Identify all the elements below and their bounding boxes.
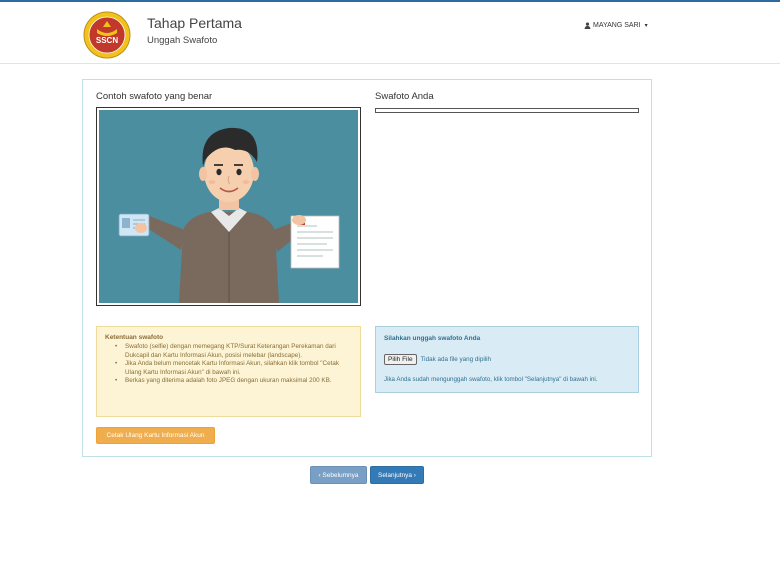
choose-file-button[interactable]: Pilih File [384, 354, 417, 365]
rules-heading: Ketentuan swafoto [105, 334, 164, 341]
user-menu[interactable]: MAYANG SARI ▾ [584, 22, 648, 29]
file-status: Tidak ada file yang dipilih [420, 356, 492, 363]
file-input: Pilih File Tidak ada file yang dipilih [384, 354, 491, 365]
rule-item: Berkas yang diterima adalah foto JPEG de… [105, 377, 352, 386]
sscn-logo: SSCN [83, 11, 131, 59]
page-title: Tahap Pertama [147, 15, 242, 31]
rules-list: Swafoto (selfie) dengan memegang KTP/Sur… [105, 343, 352, 386]
sample-selfie-image [96, 107, 361, 306]
swafoto-card: Contoh swafoto yang benar Swafoto Anda K… [82, 79, 652, 457]
rule-item: Jika Anda belum mencetak Kartu Informasi… [105, 360, 352, 377]
user-icon [584, 22, 591, 29]
selfie-preview [375, 108, 639, 113]
next-button[interactable]: Selanjutnya › [370, 466, 424, 484]
page-subtitle: Unggah Swafoto [147, 35, 218, 46]
user-name: MAYANG SARI [593, 22, 641, 29]
chevron-down-icon: ▾ [644, 23, 648, 29]
reprint-card-button[interactable]: Cetak Ulang Kartu Informasi Akun [96, 427, 215, 444]
upload-note: Jika Anda sudah mengunggah swafoto, klik… [384, 376, 598, 383]
rules-box: Ketentuan swafoto Swafoto (selfie) denga… [96, 326, 361, 417]
upload-box: Silahkan unggah swafoto Anda Pilih File … [375, 326, 639, 393]
previous-button[interactable]: ‹ Sebelumnya [310, 466, 367, 484]
sample-title: Contoh swafoto yang benar [96, 91, 213, 102]
header: SSCN Tahap Pertama Unggah Swafoto MAYANG… [0, 2, 780, 64]
svg-text:SSCN: SSCN [96, 36, 118, 45]
upload-heading: Silahkan unggah swafoto Anda [384, 335, 481, 342]
upload-title: Swafoto Anda [375, 91, 434, 102]
rule-item: Swafoto (selfie) dengan memegang KTP/Sur… [105, 343, 352, 360]
